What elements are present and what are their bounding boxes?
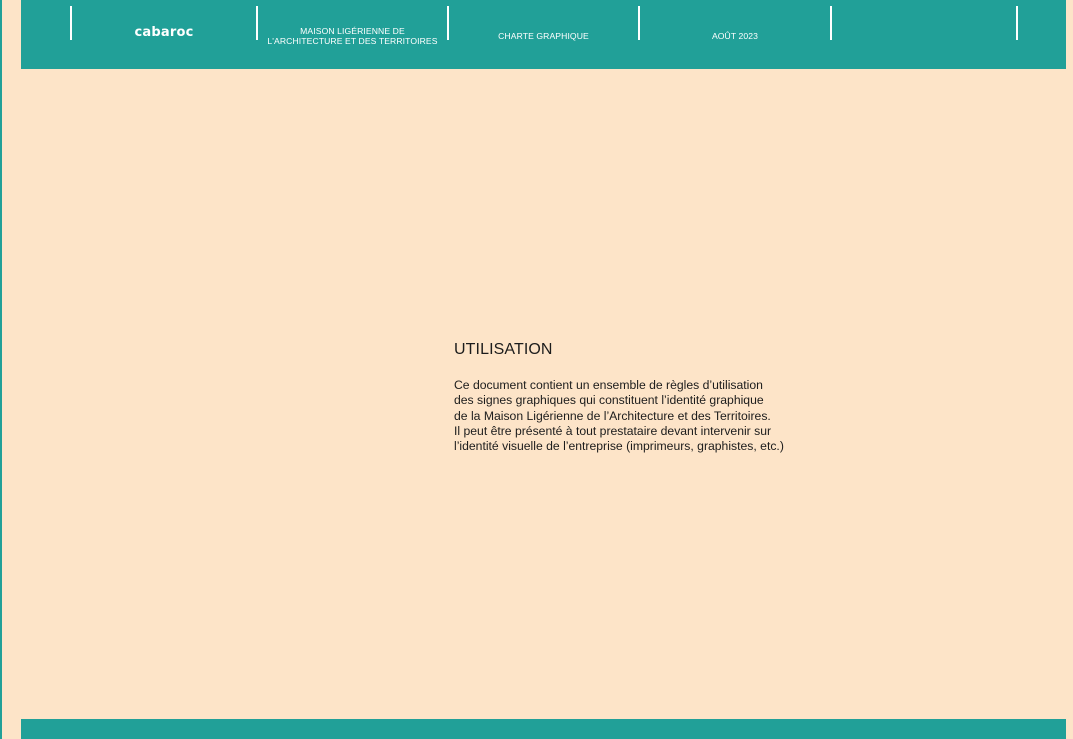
main-content: UTILISATION Ce document contient un ense…: [454, 341, 784, 454]
header-divider: [1016, 6, 1018, 40]
body-line: Ce document contient un ensemble de règl…: [454, 378, 763, 392]
header-divider: [830, 6, 832, 40]
left-edge-rule: [0, 0, 2, 739]
document-type-label: CHARTE GRAPHIQUE: [498, 31, 589, 41]
brand-logo: cabaroc: [134, 24, 194, 40]
footer-band: [21, 719, 1066, 739]
organization-label: MAISON LIGÉRIENNE DE L'ARCHITECTURE ET D…: [267, 26, 438, 46]
date-label: AOÛT 2023: [711, 31, 759, 41]
body-paragraph: Ce document contient un ensemble de règl…: [454, 378, 784, 454]
body-line: l’identité visuelle de l’entreprise (imp…: [454, 439, 784, 454]
body-line: Il peut être présenté à tout prestataire…: [454, 423, 772, 438]
body-line: des signes graphiques qui constituent l’…: [454, 393, 764, 408]
header-band: cabaroc MAISON LIGÉRIENNE DE L'ARCHITECT…: [21, 0, 1066, 69]
body-line: de la Maison Ligérienne de l’Architectur…: [454, 408, 771, 423]
section-title: UTILISATION: [454, 341, 553, 358]
